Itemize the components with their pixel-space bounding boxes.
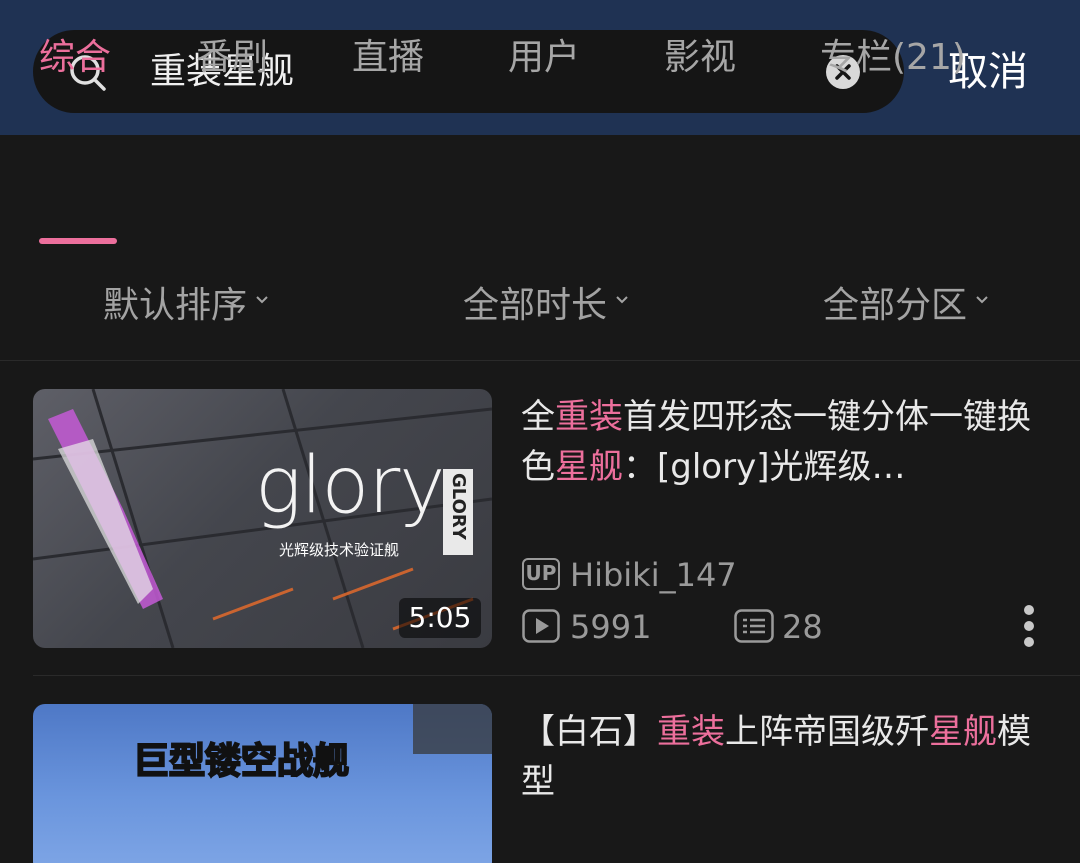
duration-filter-label: 全部时长 (463, 285, 608, 326)
tab-live[interactable]: 直播 (352, 34, 424, 82)
thumbnail-overlay-panel (413, 704, 492, 754)
thumbnail-logo-text: GLORY (448, 473, 469, 540)
video-title[interactable]: 全重装首发四形态一键分体一键换色星舰：[glory]光辉级… (521, 392, 1041, 492)
list-divider (33, 675, 1080, 676)
title-text: 上阵帝国级歼 (725, 712, 929, 752)
tab-anime[interactable]: 番剧 (196, 34, 268, 82)
tab-articles[interactable]: 专栏(21) (820, 34, 966, 82)
title-text: 全 (521, 397, 555, 437)
uploader-badge-icon: UP (522, 558, 560, 590)
duration-filter[interactable]: 全部时长 (463, 282, 629, 330)
uploader-name[interactable]: Hibiki_147 (570, 555, 737, 595)
duration-badge: 5:05 (399, 598, 481, 638)
comment-count-icon (734, 609, 774, 643)
chevron-down-icon (256, 296, 268, 304)
title-highlight: 重装 (657, 712, 725, 752)
category-filter-label: 全部分区 (823, 285, 968, 326)
tab-users[interactable]: 用户 (508, 34, 580, 82)
chevron-down-icon (976, 296, 988, 304)
title-highlight: 重装 (555, 397, 623, 437)
sort-filter[interactable]: 默认排序 (103, 282, 269, 330)
title-highlight: 星舰 (555, 447, 623, 487)
more-options-icon[interactable] (1022, 604, 1036, 648)
tab-all[interactable]: 综合 (39, 34, 111, 82)
title-highlight: 星舰 (929, 712, 997, 752)
comment-count: 28 (782, 608, 823, 646)
active-tab-indicator (39, 238, 117, 244)
category-filter[interactable]: 全部分区 (823, 282, 989, 330)
thumbnail-title-text: glory (255, 441, 445, 531)
tab-movies[interactable]: 影视 (664, 34, 736, 82)
view-count: 5991 (570, 608, 652, 646)
sort-filter-label: 默认排序 (103, 285, 248, 326)
title-text: ：[glory]光辉级… (623, 447, 906, 487)
video-thumbnail[interactable]: 巨型镂空战舰 (33, 704, 492, 863)
filter-divider (0, 360, 1080, 361)
play-count-icon (522, 609, 560, 643)
title-text: 【白石】 (521, 712, 657, 752)
chevron-down-icon (616, 296, 628, 304)
video-title[interactable]: 【白石】重装上阵帝国级歼星舰模型 (521, 707, 1041, 807)
thumbnail-logo: GLORY (443, 469, 473, 555)
thumbnail-caption: 巨型镂空战舰 (132, 740, 350, 783)
thumbnail-subtitle: 光辉级技术验证舰 (279, 541, 400, 559)
